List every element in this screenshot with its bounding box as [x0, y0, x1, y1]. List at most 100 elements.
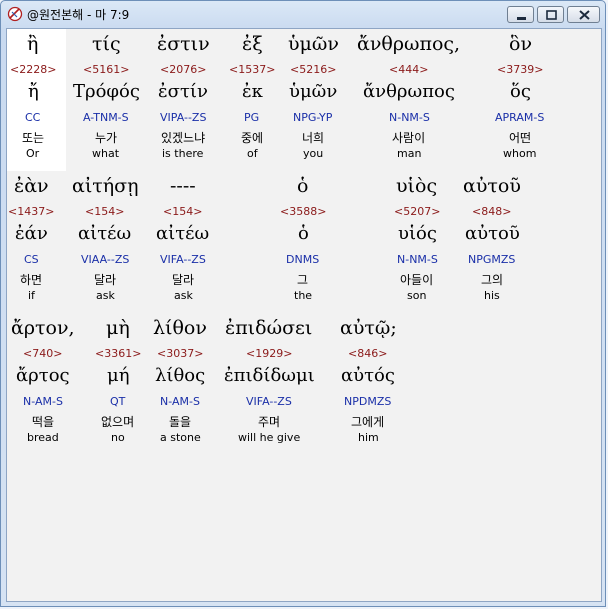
english-gloss: bread	[27, 431, 59, 444]
korean-gloss: 또는	[22, 131, 45, 145]
source-word: ἐστιν	[157, 33, 210, 55]
strong-number: <3739>	[497, 63, 544, 76]
source-word: μὴ	[106, 317, 130, 339]
strong-number: <2076>	[160, 63, 207, 76]
source-word: ἄρτον,	[11, 317, 75, 339]
source-word: ἐπιδώσει	[225, 317, 313, 339]
english-gloss: whom	[503, 147, 537, 160]
strong-number: <848>	[472, 205, 512, 218]
english-gloss: Or	[26, 147, 40, 160]
strong-number: <740>	[23, 347, 63, 360]
source-word: ὑμῶν	[288, 33, 339, 55]
lexical-form: αἰτέω	[156, 223, 210, 244]
lexical-form: ἄρτος	[16, 365, 70, 386]
parsing-code: NPDMZS	[344, 395, 392, 408]
strong-number: <1929>	[246, 347, 293, 360]
english-gloss: of	[247, 147, 258, 160]
close-icon	[579, 10, 590, 20]
lexical-form: ἐάν	[15, 223, 48, 244]
korean-gloss: 어떤	[509, 131, 532, 145]
strong-number: <444>	[389, 63, 429, 76]
app-logo-icon	[7, 6, 23, 22]
lexical-form: ἤ	[28, 81, 39, 102]
source-word: ὁ	[297, 175, 309, 197]
parsing-code: CC	[25, 111, 41, 124]
korean-gloss: 그에게	[351, 415, 385, 429]
parsing-code: NPGMZS	[468, 253, 516, 266]
lexical-form: αὐτοῦ	[465, 223, 520, 244]
maximize-icon	[546, 10, 557, 20]
korean-gloss: 돌을	[169, 415, 192, 429]
parsing-code: APRAM-S	[495, 111, 545, 124]
lexical-form: υἱός	[398, 223, 437, 244]
source-word: ἢ	[27, 33, 39, 55]
korean-gloss: 주며	[258, 415, 281, 429]
maximize-button[interactable]	[537, 6, 564, 23]
korean-gloss: 하면	[20, 273, 43, 287]
parsing-code: NPG-YP	[293, 111, 333, 124]
korean-gloss: 누가	[95, 131, 118, 145]
english-gloss: ask	[96, 289, 115, 302]
parsing-code: N-NM-S	[397, 253, 438, 266]
source-word: ----	[170, 175, 196, 197]
parsing-code: CS	[24, 253, 39, 266]
close-button[interactable]	[567, 6, 600, 23]
korean-gloss: 아들이	[400, 273, 434, 287]
minimize-button[interactable]	[507, 6, 534, 23]
parsing-code: PG	[244, 111, 260, 124]
app-window: @원전본해 - 마 7:9 ἢ <2228> ἤ CC 또는 Or τίς <5161> Τρό…	[0, 0, 606, 607]
english-gloss: no	[111, 431, 125, 444]
parsing-code: N-AM-S	[160, 395, 200, 408]
parsing-code: A-TNM-S	[83, 111, 129, 124]
source-word: ἄνθρωπος,	[357, 33, 461, 55]
korean-gloss: 달라	[94, 273, 117, 287]
source-word: υἱὸς	[396, 175, 438, 197]
strong-number: <3361>	[95, 347, 142, 360]
parsing-code: VIFA--ZS	[246, 395, 292, 408]
lexical-form: μή	[107, 365, 130, 386]
english-gloss: you	[303, 147, 324, 160]
english-gloss: son	[407, 289, 427, 302]
korean-gloss: 중에	[241, 131, 264, 145]
source-word: λίθον	[153, 317, 207, 339]
source-word: αἰτήσῃ	[72, 175, 139, 197]
english-gloss: the	[294, 289, 313, 302]
english-gloss: his	[484, 289, 500, 302]
source-word: αὐτοῦ	[463, 175, 521, 197]
korean-gloss: 없으며	[101, 415, 135, 429]
lexical-form: ὑμῶν	[289, 81, 338, 102]
strong-number: <5207>	[394, 205, 441, 218]
lexical-form: λίθος	[155, 365, 206, 386]
strong-number: <154>	[163, 205, 203, 218]
english-gloss: what	[92, 147, 120, 160]
strong-number: <3588>	[280, 205, 327, 218]
lexical-form: ἄνθρωπος	[363, 81, 455, 102]
english-gloss: man	[397, 147, 422, 160]
english-gloss: him	[358, 431, 379, 444]
lexical-form: ἐπιδίδωμι	[224, 365, 315, 386]
title-bar[interactable]: @원전본해 - 마 7:9	[1, 1, 605, 29]
parsing-code: QT	[110, 395, 126, 408]
korean-gloss: 있겠느냐	[161, 131, 206, 145]
window-title: @원전본해 - 마 7:9	[27, 8, 130, 22]
lexical-form: ὅς	[510, 81, 531, 102]
english-gloss: a stone	[160, 431, 201, 444]
strong-number: <3037>	[157, 347, 204, 360]
korean-gloss: 떡을	[32, 415, 55, 429]
source-word: ἐξ	[242, 33, 263, 55]
source-word: ὃν	[509, 33, 532, 55]
interlinear-panel: ἢ <2228> ἤ CC 또는 Or τίς <5161> Τρόφός A-TNM-S 누가 wh…	[6, 28, 602, 602]
parsing-code: N-NM-S	[389, 111, 430, 124]
english-gloss: ask	[174, 289, 193, 302]
korean-gloss: 달라	[172, 273, 195, 287]
lexical-form: ἐκ	[242, 81, 263, 102]
parsing-code: VIAA--ZS	[81, 253, 130, 266]
strong-number: <846>	[348, 347, 388, 360]
strong-number: <5161>	[83, 63, 130, 76]
strong-number: <2228>	[10, 63, 57, 76]
parsing-code: VIFA--ZS	[160, 253, 206, 266]
lexical-form: αἰτέω	[78, 223, 132, 244]
strong-number: <154>	[85, 205, 125, 218]
strong-number: <5216>	[290, 63, 337, 76]
english-gloss: if	[28, 289, 35, 302]
